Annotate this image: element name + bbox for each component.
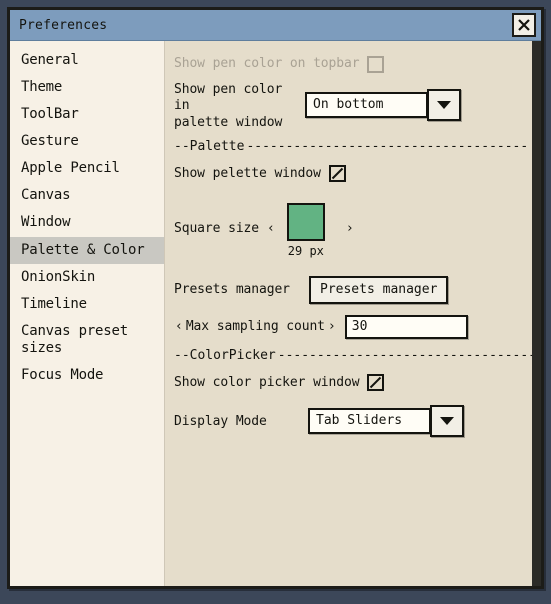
show-pen-color-palette-dropdown[interactable]: On bottom xyxy=(305,88,461,121)
settings-panel: Show pen color on topbar Show pen color … xyxy=(165,41,541,586)
max-sampling-decrement-arrow[interactable]: ‹ xyxy=(172,319,186,334)
window-titlebar: Preferences xyxy=(10,10,541,41)
colorpicker-section-title: --ColorPicker xyxy=(174,347,276,363)
setting-max-sampling-count: ‹ Max sampling count › 30 xyxy=(172,314,541,339)
setting-square-size: Square size ‹ 29 px › xyxy=(174,202,541,258)
colorpicker-section-dashes: --------------------------------- xyxy=(277,347,532,363)
square-size-preview: 29 px xyxy=(285,202,327,258)
max-sampling-count-input[interactable]: 30 xyxy=(344,314,468,339)
show-pen-color-topbar-checkbox xyxy=(367,55,385,73)
checkmark-icon xyxy=(370,377,382,389)
presets-manager-label: Presets manager xyxy=(174,281,290,297)
checkmark-icon xyxy=(331,168,344,180)
close-x-glyph xyxy=(518,19,530,31)
preferences-sidebar: General Theme ToolBar Gesture Apple Penc… xyxy=(10,41,165,586)
show-color-picker-window-label: Show color picker window xyxy=(174,374,360,390)
show-palette-window-checkbox[interactable] xyxy=(328,165,346,183)
square-size-label: Square size xyxy=(174,220,259,236)
show-palette-window-label: Show pelette window xyxy=(174,165,321,181)
sidebar-item-theme[interactable]: Theme xyxy=(10,74,164,101)
window-title: Preferences xyxy=(19,17,108,33)
sidebar-item-canvas-presets[interactable]: Canvas preset sizes xyxy=(10,318,164,362)
palette-section-header: --Palette ------------------------------… xyxy=(174,139,532,154)
sidebar-item-onionskin[interactable]: OnionSkin xyxy=(10,264,164,291)
display-mode-label: Display Mode xyxy=(174,414,267,430)
palette-section-dashes: ------------------------------------ xyxy=(246,138,529,154)
chevron-down-icon[interactable] xyxy=(430,404,464,437)
settings-scrollbar[interactable] xyxy=(532,41,541,586)
sidebar-item-timeline[interactable]: Timeline xyxy=(10,291,164,318)
display-mode-value: Tab Sliders xyxy=(308,407,431,434)
sidebar-item-palette-color[interactable]: Palette & Color xyxy=(10,236,164,264)
square-size-decrement-arrow[interactable]: ‹ xyxy=(264,221,278,236)
show-pen-color-palette-value: On bottom xyxy=(305,91,428,118)
show-pen-color-topbar-label: Show pen color on topbar xyxy=(174,55,360,71)
sidebar-item-gesture[interactable]: Gesture xyxy=(10,128,164,155)
color-swatch[interactable] xyxy=(286,202,325,241)
max-sampling-count-label: Max sampling count xyxy=(185,318,325,334)
sidebar-item-window[interactable]: Window xyxy=(10,209,164,236)
setting-show-palette-window: Show pelette window xyxy=(174,163,541,185)
show-pen-color-palette-label: Show pen color in palette window xyxy=(174,82,283,130)
max-sampling-increment-arrow[interactable]: › xyxy=(325,319,339,334)
colorpicker-section-header: --ColorPicker --------------------------… xyxy=(174,348,532,363)
setting-show-pen-color-palette: Show pen color in palette window On bott… xyxy=(174,82,541,131)
chevron-down-icon[interactable] xyxy=(427,88,461,121)
setting-show-pen-color-topbar: Show pen color on topbar xyxy=(174,53,541,75)
setting-show-color-picker-window: Show color picker window xyxy=(174,372,541,394)
show-color-picker-window-checkbox[interactable] xyxy=(367,374,385,392)
palette-section-title: --Palette xyxy=(174,138,245,154)
sidebar-item-canvas[interactable]: Canvas xyxy=(10,182,164,209)
square-size-increment-arrow[interactable]: › xyxy=(343,221,357,236)
window-body: General Theme ToolBar Gesture Apple Penc… xyxy=(10,41,541,586)
setting-display-mode: Display Mode Tab Sliders xyxy=(174,404,541,437)
setting-presets-manager: Presets manager Presets manager xyxy=(174,275,541,304)
chevron-down-glyph xyxy=(437,100,451,109)
close-icon[interactable] xyxy=(512,13,536,37)
sidebar-item-toolbar[interactable]: ToolBar xyxy=(10,101,164,128)
square-size-value: 29 px xyxy=(287,243,324,258)
sidebar-item-general[interactable]: General xyxy=(10,47,164,74)
sidebar-item-focus-mode[interactable]: Focus Mode xyxy=(10,362,164,389)
chevron-down-glyph xyxy=(440,416,454,425)
presets-manager-button[interactable]: Presets manager xyxy=(309,275,449,304)
display-mode-dropdown[interactable]: Tab Sliders xyxy=(308,404,464,437)
desktop-background: Preferences General Theme ToolBar Gestur… xyxy=(0,0,551,604)
sidebar-item-apple-pencil[interactable]: Apple Pencil xyxy=(10,155,164,182)
preferences-window: Preferences General Theme ToolBar Gestur… xyxy=(7,7,544,589)
